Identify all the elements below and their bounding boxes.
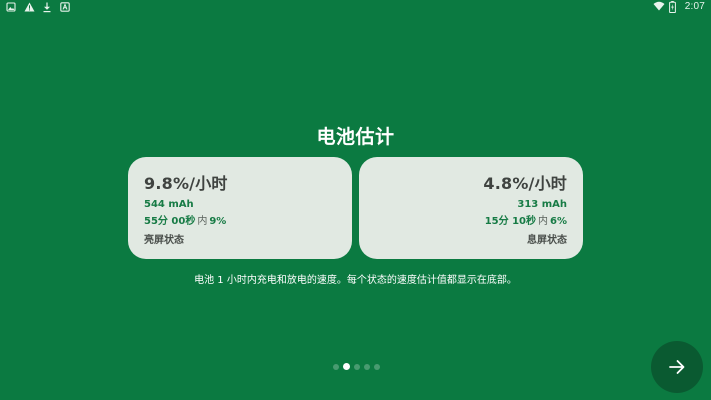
- status-time: 2:07: [684, 1, 705, 12]
- page-dot: [364, 363, 370, 370]
- status-right-icons: 2:07: [653, 1, 705, 13]
- photo-icon: [6, 2, 17, 13]
- description-text: 电池 1 小时内充电和放电的速度。每个状态的速度估计值都显示在底部。: [194, 275, 517, 286]
- page-title: 电池估计: [316, 126, 395, 148]
- discharge-rate: 4.8%/小时: [483, 174, 567, 193]
- battery-icon: [668, 1, 680, 13]
- duration-time: 55分 00秒: [144, 216, 196, 227]
- status-left-icons: [6, 2, 71, 13]
- wifi-icon: [653, 1, 665, 12]
- capacity-mah: 313 mAh: [517, 199, 567, 210]
- duration-line: 15分 10秒内 6%: [375, 215, 567, 229]
- within-label: 内: [197, 216, 208, 227]
- page-dot: [354, 363, 360, 370]
- screen-on-estimate-card: 9.8%/小时 544 mAh 55分 00秒内 9% 亮屏状态: [128, 157, 352, 259]
- discharge-rate: 9.8%/小时: [144, 174, 228, 193]
- page-dot: [374, 363, 380, 370]
- status-bar: 2:07: [0, 0, 711, 16]
- app-notification-icon: [60, 2, 71, 13]
- duration-time: 15分 10秒: [484, 216, 537, 227]
- next-button[interactable]: [651, 341, 703, 393]
- within-label: 内: [538, 216, 549, 227]
- page-indicator: [333, 363, 380, 370]
- arrow-right-icon: [668, 358, 686, 376]
- download-icon: [42, 2, 53, 13]
- state-label: 息屏状态: [527, 235, 567, 246]
- page-dot: [333, 363, 339, 370]
- warning-icon: [24, 2, 35, 13]
- capacity-mah: 544 mAh: [144, 199, 194, 210]
- duration-percent: 9%: [209, 216, 227, 227]
- page-dot-active: [343, 363, 350, 370]
- state-label: 亮屏状态: [144, 235, 184, 246]
- duration-line: 55分 00秒内 9%: [144, 215, 336, 229]
- duration-percent: 6%: [550, 216, 567, 227]
- screen-off-estimate-card: 4.8%/小时 313 mAh 15分 10秒内 6% 息屏状态: [359, 157, 583, 259]
